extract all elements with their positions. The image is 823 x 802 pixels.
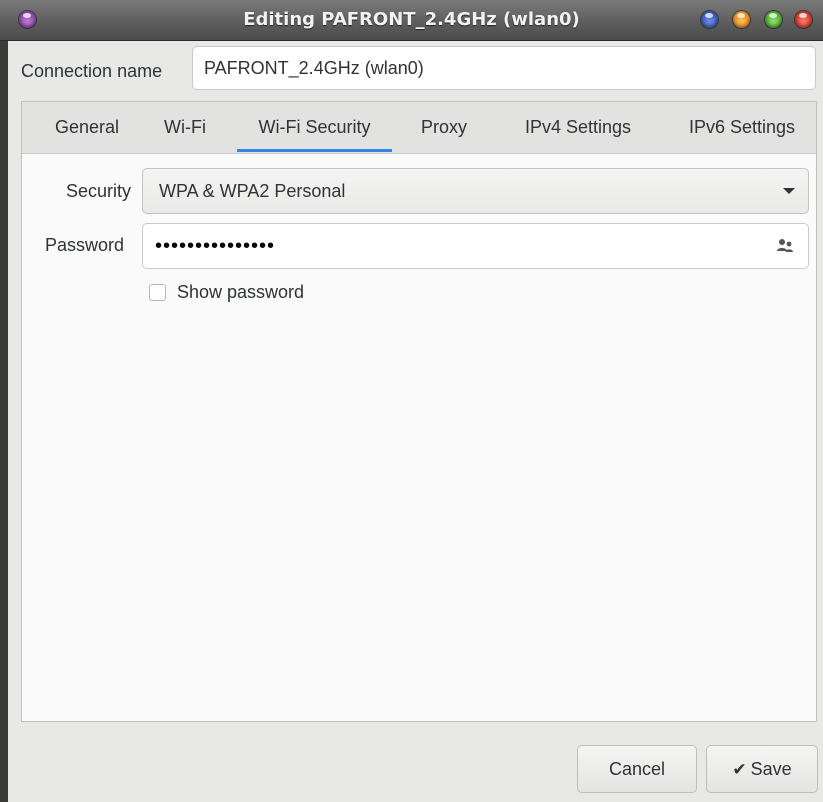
save-button-label: Save — [750, 759, 792, 779]
tab-general[interactable]: General — [47, 102, 127, 153]
minimize-button-icon[interactable] — [733, 11, 750, 28]
security-label: Security — [66, 181, 132, 201]
chevron-down-icon — [783, 188, 795, 194]
show-password-label: Show password — [177, 282, 305, 302]
shade-button-icon[interactable] — [701, 11, 718, 28]
checkmark-icon: ✔ — [732, 760, 747, 779]
password-masked-value: ••••••••••••••• — [155, 235, 276, 257]
tab-wifi[interactable]: Wi-Fi — [160, 102, 210, 153]
security-combo[interactable]: WPA & WPA2 Personal — [142, 168, 809, 214]
security-selected-value: WPA & WPA2 Personal — [159, 181, 346, 201]
dialog-window: Editing PAFRONT_2.4GHz (wlan0) Connectio… — [0, 0, 823, 802]
password-label: Password — [45, 235, 125, 255]
settings-notebook: General Wi-Fi Wi-Fi Security Proxy IPv4 … — [21, 101, 817, 722]
password-field[interactable]: ••••••••••••••• — [142, 223, 809, 269]
cancel-button[interactable]: Cancel — [577, 745, 697, 793]
connection-name-input[interactable]: PAFRONT_2.4GHz (wlan0) — [192, 46, 816, 90]
tab-bar: General Wi-Fi Wi-Fi Security Proxy IPv4 … — [22, 102, 816, 154]
save-button[interactable]: ✔ Save — [706, 745, 818, 793]
users-icon[interactable] — [776, 238, 794, 254]
window-title: Editing PAFRONT_2.4GHz (wlan0) — [243, 9, 580, 30]
show-password-checkbox[interactable] — [149, 284, 166, 301]
maximize-button-icon[interactable] — [765, 11, 782, 28]
tab-wifi-security[interactable]: Wi-Fi Security — [237, 102, 392, 153]
connection-name-label: Connection name — [21, 61, 163, 81]
titlebar[interactable]: Editing PAFRONT_2.4GHz (wlan0) — [0, 0, 823, 41]
tab-ipv6-settings[interactable]: IPv6 Settings — [671, 102, 813, 153]
tab-ipv4-settings[interactable]: IPv4 Settings — [507, 102, 649, 153]
close-button-icon[interactable] — [795, 11, 812, 28]
tab-proxy[interactable]: Proxy — [409, 102, 479, 153]
